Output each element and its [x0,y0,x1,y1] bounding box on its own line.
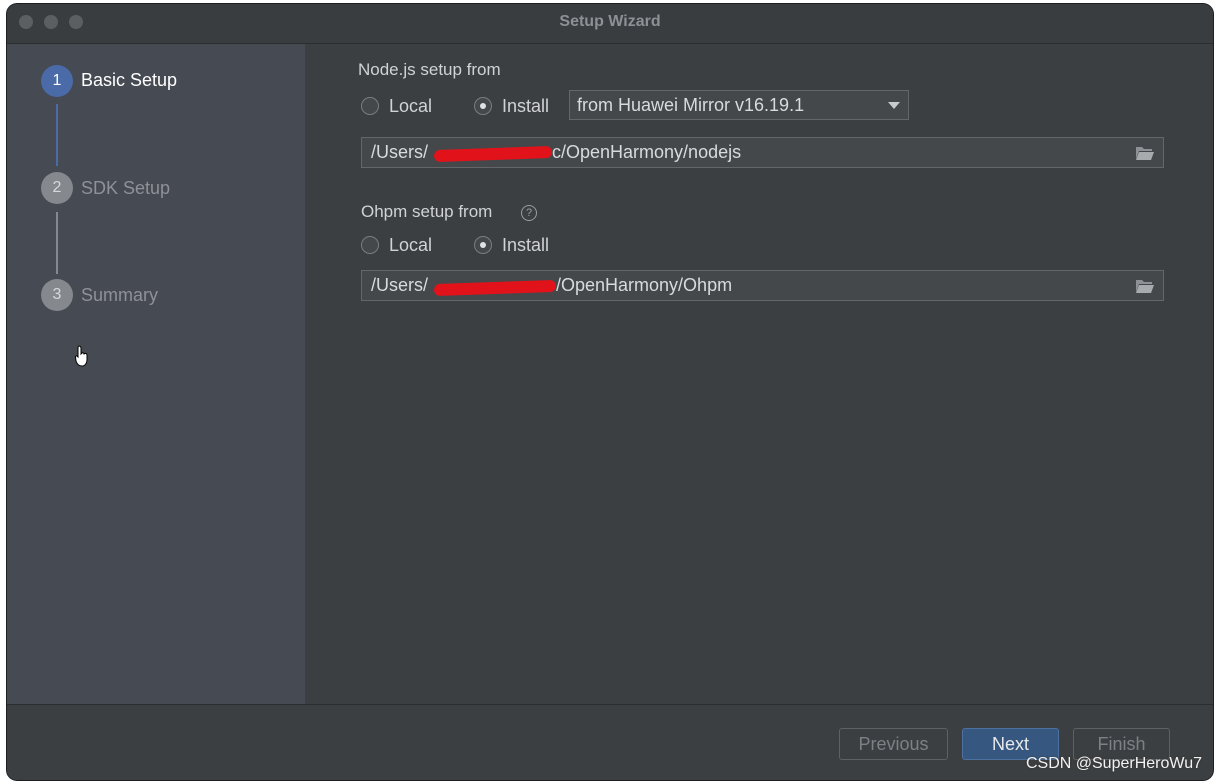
nodejs-path-suffix: c/OpenHarmony/nodejs [552,142,742,162]
steps-sidebar: 1 Basic Setup 2 SDK Setup 3 Summary [7,44,305,704]
ohpm-local-label[interactable]: Local [389,235,432,256]
window-title: Setup Wizard [559,13,661,30]
nodejs-path-prefix: /Users/ [371,142,429,162]
previous-button[interactable]: Previous [839,728,948,760]
nodejs-mirror-dropdown[interactable]: from Huawei Mirror v16.19.1 [569,90,909,120]
setup-wizard-window: Setup Wizard 1 Basic Setup 2 SDK Setup 3… [7,4,1213,780]
ohpm-install-label[interactable]: Install [502,235,549,256]
nodejs-local-radio[interactable] [361,97,379,115]
nodejs-install-label[interactable]: Install [502,96,549,117]
nodejs-mirror-value: from Huawei Mirror v16.19.1 [577,95,805,115]
title-bar: Setup Wizard [7,4,1213,44]
watermark: CSDN @SuperHeroWu7 [1025,755,1202,772]
nodejs-install-radio[interactable] [474,97,492,115]
chevron-down-icon [888,102,900,109]
step-2-number: 2 [41,172,73,204]
folder-open-icon[interactable] [1135,145,1155,161]
help-icon[interactable]: ? [521,205,537,221]
step-1-basic-setup: Basic Setup [81,70,178,90]
step-2-sdk-setup: SDK Setup [81,178,171,198]
basic-setup-panel: Node.js setup from Local Install from Hu… [305,44,1213,704]
redaction-mark [433,279,557,297]
ohpm-path-prefix: /Users/ [371,275,429,295]
step-connector [56,212,58,274]
ohpm-path-input[interactable]: /Users/ /OpenHarmony/Ohpm [361,270,1164,301]
ohpm-install-radio[interactable] [474,236,492,254]
ohpm-path-suffix: /OpenHarmony/Ohpm [556,275,733,295]
ohpm-setup-label: Ohpm setup from [361,202,493,221]
redaction-mark [433,145,553,163]
nodejs-path-input[interactable]: /Users/ c/OpenHarmony/nodejs [361,137,1164,168]
ohpm-local-radio[interactable] [361,236,379,254]
hand-cursor-icon [75,345,88,367]
step-connector [56,104,58,166]
step-3-number: 3 [41,279,73,311]
nodejs-setup-label: Node.js setup from [358,60,501,79]
step-1-number: 1 [41,65,73,97]
step-3-summary: Summary [81,285,159,305]
nodejs-local-label[interactable]: Local [389,96,432,117]
radio-selected-dot [480,242,486,248]
radio-selected-dot [480,103,486,109]
folder-open-icon[interactable] [1135,278,1155,294]
